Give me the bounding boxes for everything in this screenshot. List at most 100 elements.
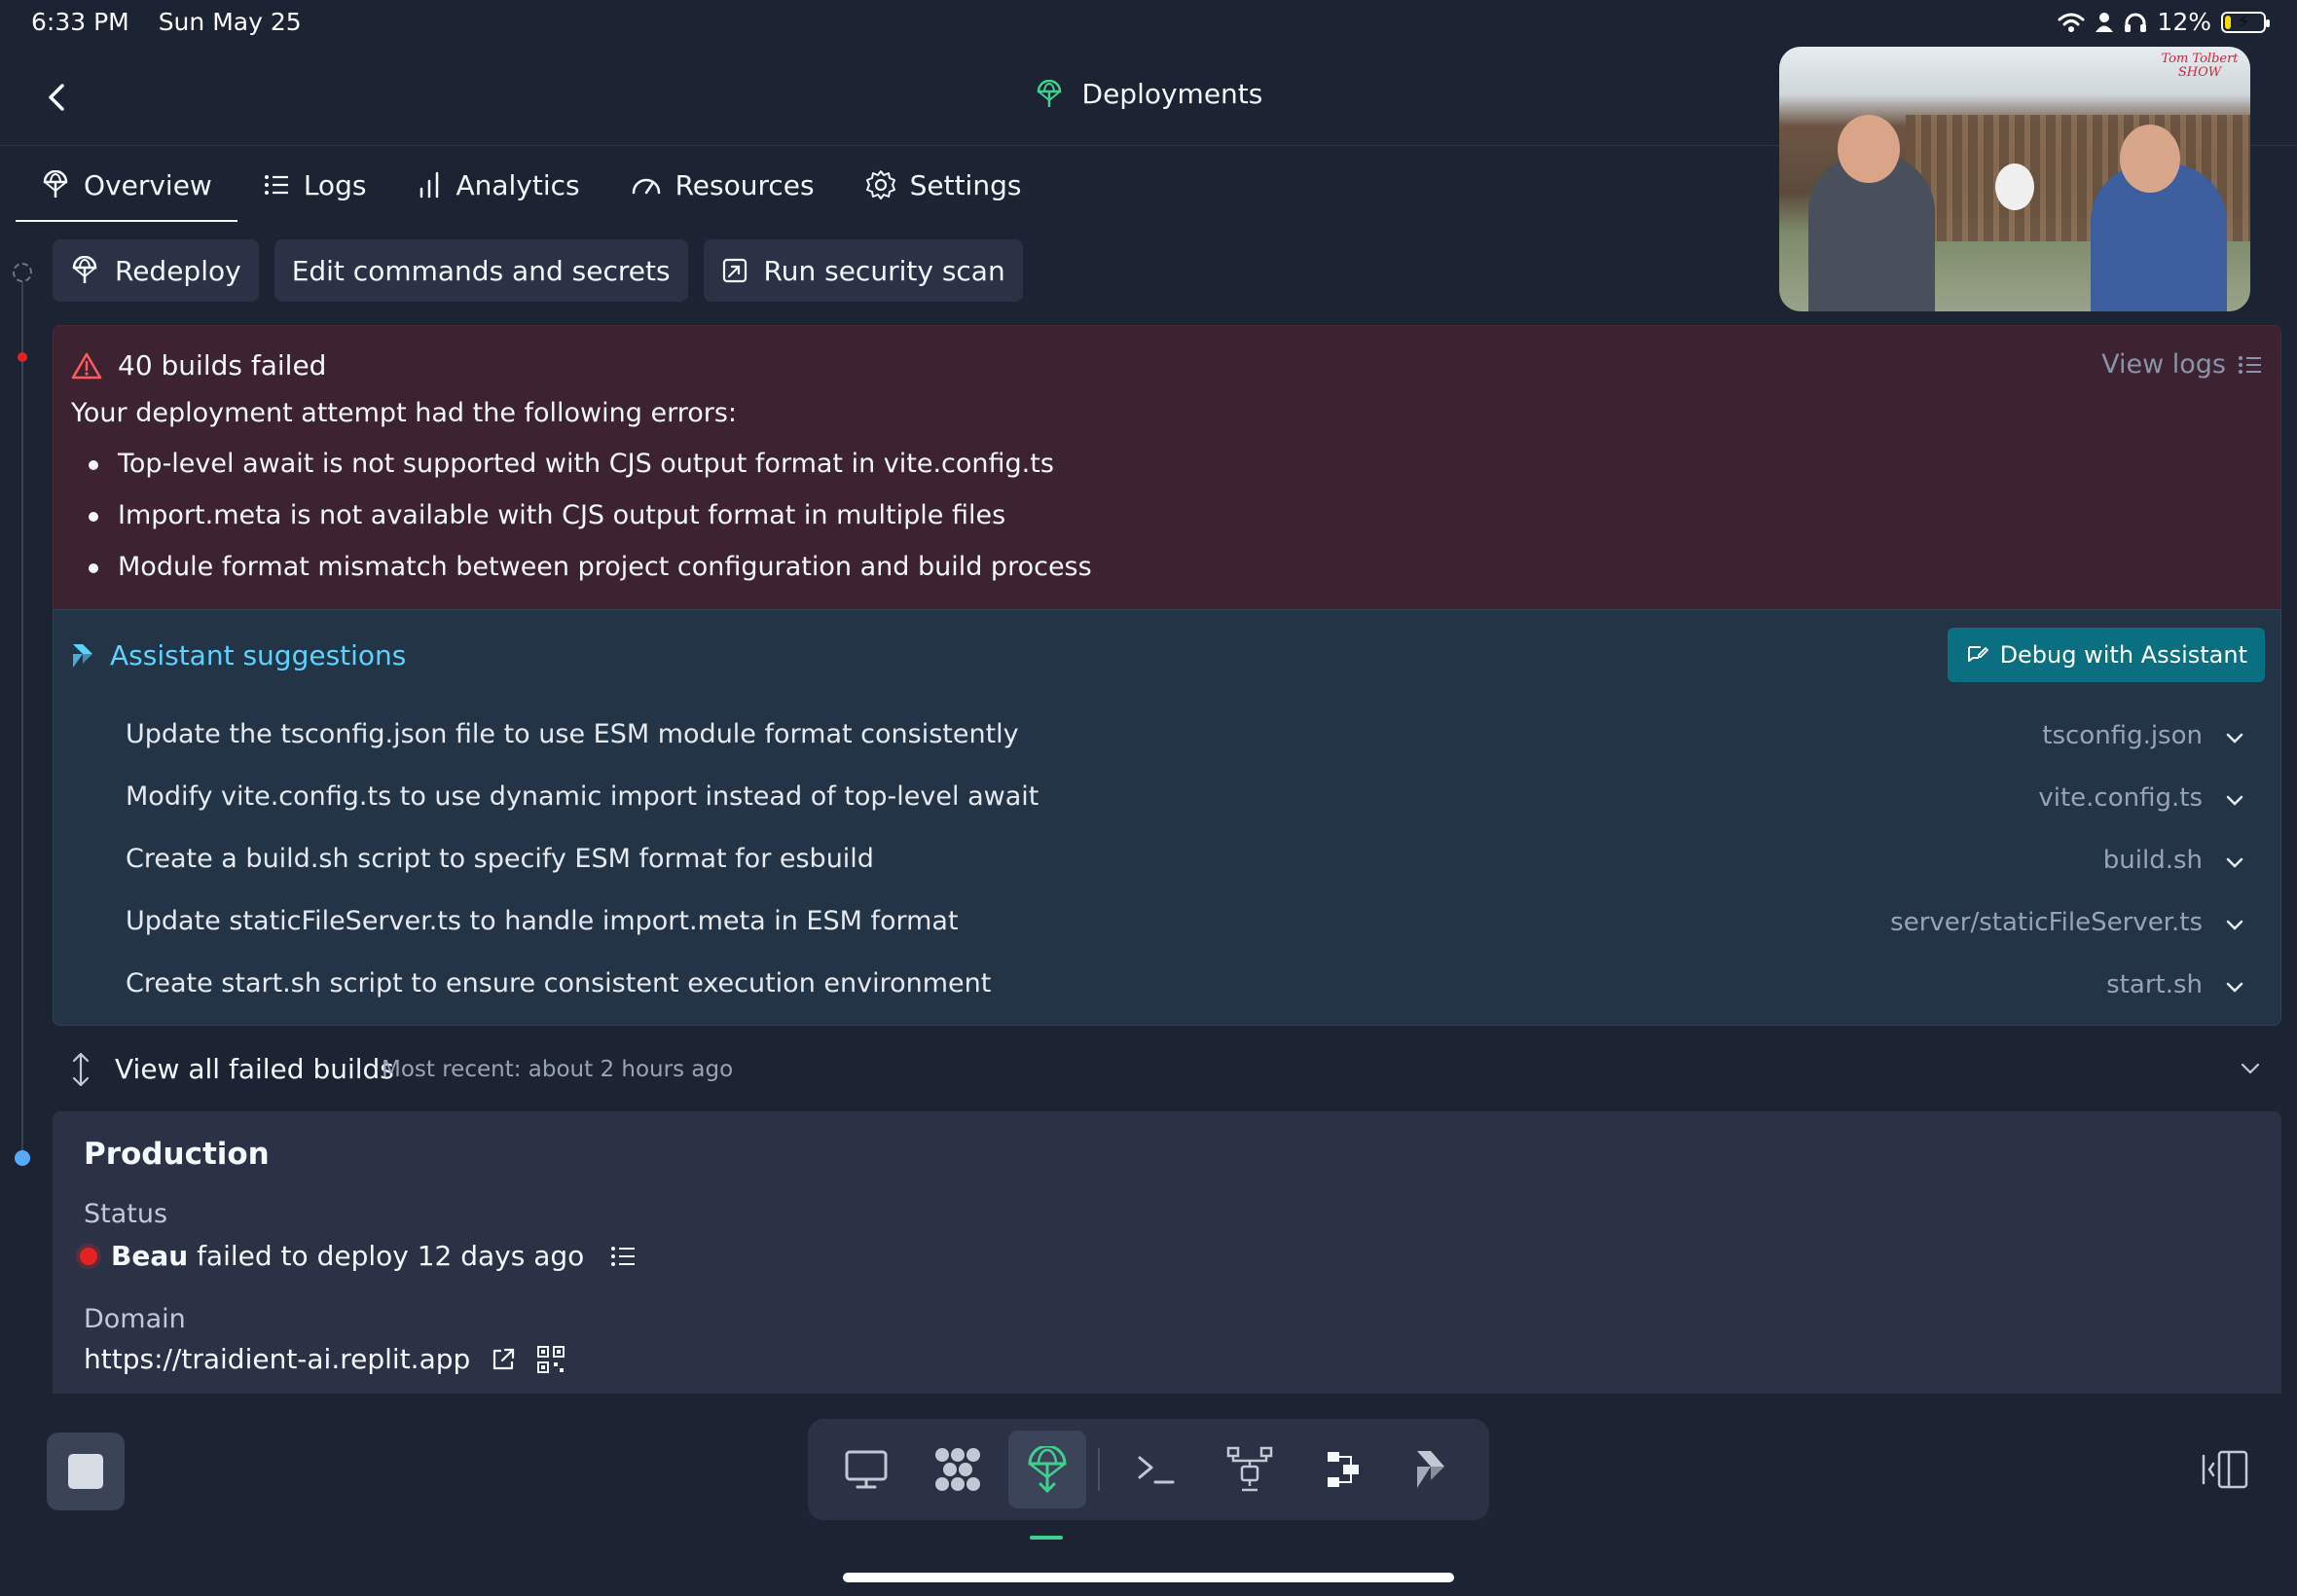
assistant-icon (73, 643, 92, 668)
domain-link[interactable]: https://traidient-ai.replit.app (84, 1343, 470, 1375)
webview-icon (845, 1450, 888, 1489)
status-bar: 6:33 PM Sun May 25 12% ⚡ (31, 8, 2270, 41)
workflows-icon (1328, 1452, 1359, 1487)
tab-settings[interactable]: Settings (840, 148, 1047, 222)
status-date: Sun May 25 (158, 8, 302, 36)
pip-video[interactable]: Tom Tolbert SHOW (1779, 47, 2250, 311)
list-icon[interactable] (609, 1244, 637, 1269)
dock-assistant[interactable] (1392, 1431, 1470, 1508)
suggestion-text: Update staticFileServer.ts to handle imp… (126, 906, 959, 936)
suggestion-file: vite.config.ts (2038, 783, 2203, 813)
suggestion-file: server/staticFileServer.ts (1890, 908, 2203, 937)
edit-commands-button[interactable]: Edit commands and secrets (273, 239, 688, 302)
chevron-down-icon[interactable] (2224, 914, 2245, 935)
sidebar-toggle-button[interactable] (2200, 1448, 2250, 1491)
tab-overview[interactable]: Overview (16, 148, 237, 222)
suggestion-text: Update the tsconfig.json file to use ESM… (126, 719, 1019, 749)
shell-icon (1138, 1456, 1175, 1484)
error-intro: Your deployment attempt had the followin… (71, 398, 738, 428)
external-link-icon[interactable] (490, 1346, 517, 1373)
headphones-icon (2125, 13, 2147, 32)
deployments-icon (1037, 80, 1061, 107)
tab-bar: Overview Logs Analytics Resources Settin… (16, 148, 1046, 222)
build-error-panel: 40 builds failed View logs Your deployme… (53, 325, 2281, 609)
debug-button-label: Debug with Assistant (1999, 641, 2247, 669)
bottom-bar (0, 1394, 2297, 1596)
assistant-title: Assistant suggestions (110, 639, 407, 671)
scan-icon (722, 258, 747, 283)
suggestion-file: start.sh (2106, 970, 2203, 999)
list-icon (264, 175, 288, 195)
tab-label: Settings (909, 168, 1022, 201)
production-card: Production Status Beau failed to deploy … (53, 1111, 2281, 1394)
chevron-down-icon[interactable] (2224, 727, 2245, 748)
list-icon (2239, 355, 2261, 374)
status-row: Beau failed to deploy 12 days ago (80, 1240, 637, 1272)
dock-packages[interactable] (919, 1431, 997, 1508)
assistant-suggestions-panel: Assistant suggestions Debug with Assista… (53, 609, 2281, 1026)
chevron-down-icon[interactable] (2224, 852, 2245, 873)
redeploy-button[interactable]: Redeploy (53, 239, 259, 302)
production-title: Production (84, 1137, 270, 1172)
suggestion-list: Update the tsconfig.json file to use ESM… (54, 707, 2280, 1019)
warning-icon (71, 352, 102, 379)
chevron-down-icon[interactable] (2224, 789, 2245, 811)
redeploy-label: Redeploy (115, 254, 241, 287)
deployments-icon (72, 256, 97, 283)
edit-commands-label: Edit commands and secrets (291, 254, 671, 287)
view-failed-builds-row[interactable]: View all failed builds Most recent: abou… (53, 1045, 2281, 1096)
dock-deployments[interactable] (1008, 1431, 1086, 1508)
assistant-icon (1417, 1451, 1444, 1488)
timeline-production-dot (15, 1150, 30, 1166)
tab-analytics[interactable]: Analytics (391, 148, 604, 222)
dock-git[interactable] (1211, 1431, 1289, 1508)
pip-mask (1995, 163, 2034, 210)
suggestion-text: Create a build.sh script to specify ESM … (126, 844, 874, 874)
pip-head-right (2120, 125, 2180, 193)
timeline-pending-dot (13, 263, 32, 282)
battery-percent: 12% (2157, 8, 2211, 36)
qr-code-icon[interactable] (536, 1345, 565, 1374)
timeline-failed-dot (18, 352, 27, 362)
security-scan-button[interactable]: Run security scan (703, 239, 1023, 302)
tab-label: Resources (675, 168, 815, 201)
status-user: Beau (111, 1240, 189, 1272)
suggestion-text: Modify vite.config.ts to use dynamic imp… (126, 781, 1039, 812)
git-icon (1226, 1446, 1273, 1492)
app-root: 6:33 PM Sun May 25 12% ⚡ Deployments Tom… (0, 0, 2297, 1596)
view-logs-link[interactable]: View logs (2101, 349, 2263, 380)
gauge-icon (632, 178, 660, 195)
chat-edit-icon (1967, 646, 1988, 662)
tab-resources[interactable]: Resources (605, 148, 840, 222)
failed-builds-title: View all failed builds (115, 1053, 394, 1085)
status-message: failed to deploy 12 days ago (197, 1240, 585, 1272)
suggestion-row[interactable]: Create a build.sh script to specify ESM … (54, 832, 2280, 894)
stop-icon (68, 1454, 103, 1489)
dock-shell[interactable] (1117, 1431, 1195, 1508)
error-item: Top-level await is not supported with CJ… (83, 447, 1092, 498)
suggestion-row[interactable]: Update the tsconfig.json file to use ESM… (54, 707, 2280, 770)
error-list: Top-level await is not supported with CJ… (83, 447, 1092, 601)
error-title: 40 builds failed (118, 349, 327, 381)
pip-head-left (1838, 115, 1900, 183)
stop-button[interactable] (47, 1433, 125, 1510)
suggestion-row[interactable]: Update staticFileServer.ts to handle imp… (54, 894, 2280, 957)
debug-with-assistant-button[interactable]: Debug with Assistant (1947, 628, 2265, 682)
error-item: Import.meta is not available with CJS ou… (83, 498, 1092, 550)
chevron-down-icon[interactable] (2224, 976, 2245, 998)
domain-row: https://traidient-ai.replit.app (84, 1343, 565, 1375)
dock-webview[interactable] (827, 1431, 905, 1508)
view-logs-label: View logs (2101, 349, 2226, 380)
tab-label: Overview (84, 168, 212, 201)
tool-dock (808, 1419, 1489, 1520)
suggestion-row[interactable]: Create start.sh script to ensure consist… (54, 957, 2280, 1019)
person-icon (2096, 12, 2114, 32)
suggestion-row[interactable]: Modify vite.config.ts to use dynamic imp… (54, 770, 2280, 832)
tab-logs[interactable]: Logs (237, 148, 392, 222)
packages-icon (935, 1448, 980, 1491)
sidebar-toggle-icon (2202, 1450, 2248, 1489)
suggestion-text: Create start.sh script to ensure consist… (126, 968, 992, 998)
chevron-down-icon[interactable] (2239, 1057, 2262, 1080)
dock-workflows[interactable] (1304, 1431, 1382, 1508)
status-dot (80, 1247, 97, 1265)
